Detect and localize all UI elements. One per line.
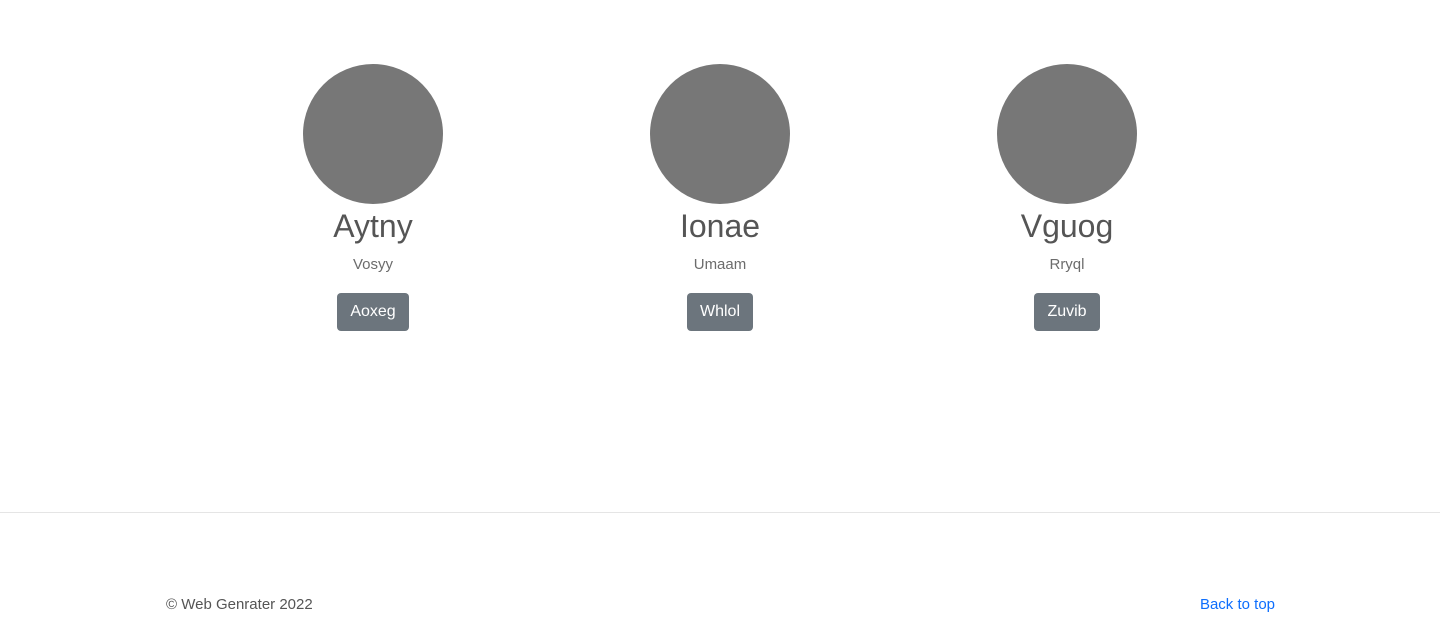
footer-copyright: © Web Genrater 2022	[166, 596, 313, 613]
card-button[interactable]: Zuvib	[1034, 293, 1100, 331]
card-subtitle: Umaam	[693, 256, 747, 273]
card-subtitle: Vosyy	[352, 256, 394, 273]
card-button[interactable]: Aoxeg	[337, 293, 409, 331]
back-to-top-link[interactable]: Back to top	[1200, 596, 1275, 614]
card: Aytny Vosyy Aoxeg	[223, 64, 523, 331]
avatar-placeholder	[303, 64, 443, 204]
avatar-placeholder	[650, 64, 790, 204]
card-name: Aytny	[333, 208, 413, 244]
avatar-placeholder	[997, 64, 1137, 204]
card-name: Ionae	[679, 208, 761, 244]
card-button[interactable]: Whlol	[686, 293, 753, 331]
card-name: Vguog	[1020, 208, 1114, 244]
footer-divider	[0, 512, 1440, 513]
card: Vguog Rryql Zuvib	[917, 64, 1217, 331]
cards-row: Aytny Vosyy Aoxeg Ionae Umaam Whlol Vguo…	[0, 64, 1440, 334]
card: Ionae Umaam Whlol	[570, 64, 870, 331]
card-subtitle: Rryql	[1049, 256, 1085, 273]
